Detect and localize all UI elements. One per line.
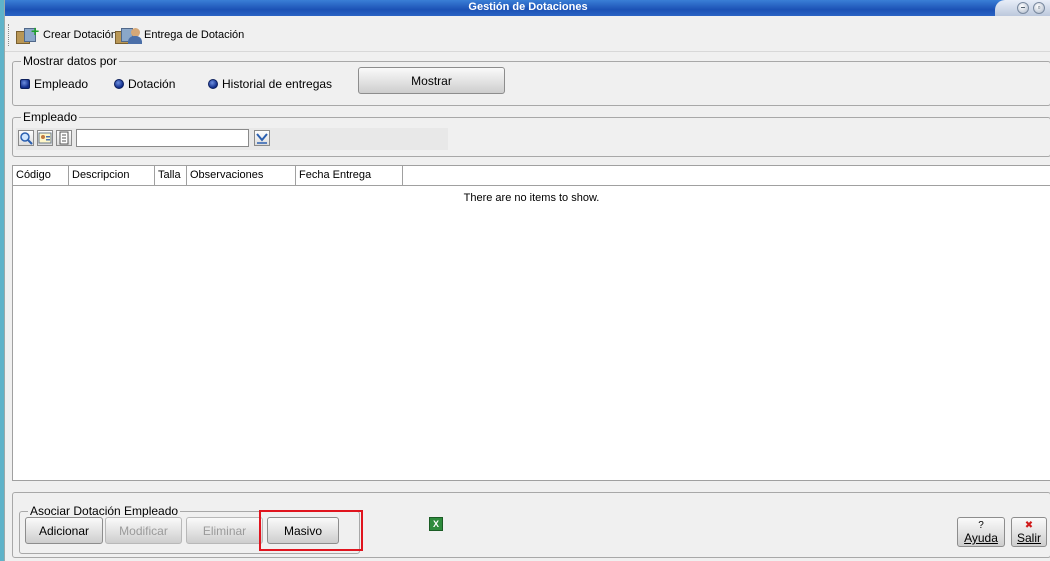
mostrar-datos-legend: Mostrar datos por: [21, 54, 120, 68]
add-supply-icon: +: [14, 23, 40, 45]
employee-document-button[interactable]: [56, 130, 72, 146]
table-header: Código Descripcion Talla Observaciones F…: [13, 166, 1050, 186]
crear-dotacion-label: Crear Dotación: [43, 29, 117, 41]
maximize-icon[interactable]: ▫: [1033, 2, 1045, 14]
ayuda-button[interactable]: ? Ayuda: [957, 517, 1005, 547]
dotaciones-table: Código Descripcion Talla Observaciones F…: [12, 165, 1050, 481]
col-codigo[interactable]: Código: [13, 166, 69, 185]
search-employee-button[interactable]: [18, 130, 34, 146]
toolbar: + Crear Dotación Entrega de Dotación: [5, 16, 1050, 52]
document-icon: [59, 131, 69, 145]
radio-historial[interactable]: Historial de entregas: [208, 77, 332, 91]
col-fecha-entrega[interactable]: Fecha Entrega: [296, 166, 403, 185]
radio-dotacion[interactable]: Dotación: [114, 77, 175, 91]
title-controls: – ▫: [995, 0, 1050, 16]
empty-message: There are no items to show.: [463, 192, 600, 204]
id-card-icon: [38, 132, 52, 144]
radio-dotacion-label: Dotación: [128, 77, 176, 91]
mostrar-datos-group: Mostrar datos por Empleado Dotación Hist…: [12, 54, 1050, 106]
radio-dotacion-indicator[interactable]: [114, 79, 124, 89]
mostrar-button[interactable]: Mostrar: [358, 67, 505, 94]
employee-card-button[interactable]: [37, 130, 53, 146]
help-icon: ?: [978, 520, 984, 531]
empleado-input[interactable]: [76, 129, 249, 147]
salir-button[interactable]: ✖ Salir: [1011, 517, 1047, 547]
title-bar: Gestión de Dotaciones – ▫: [5, 0, 1050, 16]
excel-export-icon[interactable]: X: [429, 517, 443, 531]
empleado-group: Empleado: [12, 110, 1050, 157]
masivo-highlight: [259, 510, 363, 551]
minimize-icon[interactable]: –: [1017, 2, 1029, 14]
col-observaciones[interactable]: Observaciones: [187, 166, 296, 185]
entrega-dotacion-button[interactable]: Entrega de Dotación: [115, 24, 244, 46]
asociar-legend: Asociar Dotación Empleado: [28, 504, 181, 518]
delivery-person-icon: [115, 25, 142, 45]
exit-icon: ✖: [1024, 520, 1034, 531]
empleado-legend: Empleado: [21, 110, 80, 124]
window-title: Gestión de Dotaciones: [468, 1, 588, 13]
eliminar-button[interactable]: Eliminar: [186, 517, 263, 544]
modificar-button[interactable]: Modificar: [105, 517, 182, 544]
radio-empleado-indicator[interactable]: [20, 79, 30, 89]
col-talla[interactable]: Talla: [155, 166, 187, 185]
adicionar-button[interactable]: Adicionar: [25, 517, 103, 544]
salir-label: Salir: [1016, 531, 1041, 545]
app-window: Gestión de Dotaciones – ▫ + Crear Dotaci…: [4, 0, 1050, 561]
radio-empleado-label: Empleado: [34, 77, 89, 91]
col-descripcion[interactable]: Descripcion: [69, 166, 155, 185]
search-icon: [20, 132, 33, 145]
empleado-select-button[interactable]: [254, 130, 270, 146]
ayuda-label: Ayuda: [964, 531, 998, 545]
select-arrow-icon: [256, 133, 268, 144]
toolbar-grip: [8, 24, 11, 46]
entrega-dotacion-label: Entrega de Dotación: [144, 29, 245, 41]
crear-dotacion-button[interactable]: + Crear Dotación: [14, 23, 117, 46]
radio-historial-label: Historial de entregas: [222, 77, 333, 91]
radio-historial-indicator[interactable]: [208, 79, 218, 89]
radio-empleado[interactable]: Empleado: [20, 77, 88, 91]
